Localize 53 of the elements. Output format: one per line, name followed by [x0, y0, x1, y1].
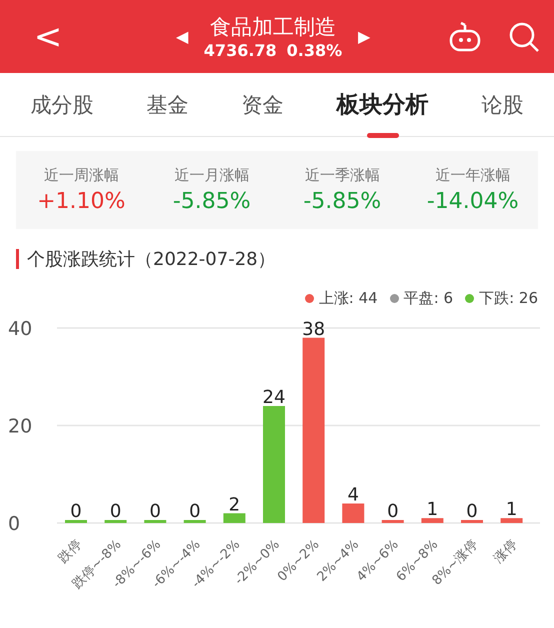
legend-label: 上涨: 44 [318, 289, 378, 308]
bar-value-label: 0 [387, 501, 399, 522]
section-title: 个股涨跌统计（2022-07-28） [27, 248, 276, 271]
next-button[interactable]: ▶ [358, 26, 370, 46]
stat-label: 近一季涨幅 [304, 166, 380, 185]
bar-value-label: 0 [189, 501, 201, 522]
chart-bar [342, 504, 364, 523]
previous-button[interactable]: ◀ [176, 26, 188, 46]
index-change: 0.38% [286, 41, 342, 60]
legend-label: 下跌: 26 [479, 289, 538, 308]
stat-label: 近一周涨幅 [44, 166, 119, 185]
bar-value-label: 0 [70, 501, 82, 522]
stat-value: -5.85% [172, 189, 251, 214]
chart-bar [184, 520, 206, 523]
tab[interactable]: 板块分析 [332, 71, 432, 138]
stat-value: -14.04% [426, 189, 519, 214]
sector-title: 食品加工制造 [210, 14, 336, 41]
chart-bar [382, 520, 404, 523]
bar-value-label: 24 [262, 387, 286, 408]
bar-value-label: 1 [506, 499, 518, 520]
y-tick-label: 0 [8, 513, 20, 535]
stat-label: 近一年涨幅 [435, 166, 510, 185]
tab[interactable]: 基金 [142, 72, 192, 136]
x-axis-label: 涨停 [491, 537, 520, 566]
bar-value-label: 4 [347, 484, 359, 506]
chart-bar [421, 518, 444, 523]
bar-value-label: 38 [302, 318, 326, 340]
chart-bar [223, 513, 246, 523]
tab[interactable]: 论股 [478, 72, 528, 136]
index-value: 4736.78 [204, 41, 277, 60]
section-marker [16, 249, 19, 269]
bar-value-label: 0 [110, 501, 122, 522]
chart-bar [144, 520, 166, 523]
y-tick-label: 20 [8, 416, 32, 438]
bar-value-label: 0 [149, 501, 161, 522]
bar-value-label: 1 [426, 499, 438, 520]
x-axis-label: 跌停 [56, 537, 85, 566]
y-tick-label: 40 [8, 318, 32, 340]
bar-value-label: 0 [466, 501, 478, 522]
stat-label: 近一月涨幅 [174, 166, 250, 185]
chart-bar [104, 520, 127, 523]
stat-value: -5.85% [303, 189, 382, 214]
back-button[interactable]: < [28, 16, 68, 56]
chart-bar [461, 520, 483, 523]
robot-icon[interactable] [448, 20, 482, 52]
legend-label: 平盘: 6 [404, 289, 454, 308]
stat-value: +1.10% [37, 189, 126, 214]
search-icon[interactable] [508, 20, 540, 52]
bar-value-label: 2 [228, 494, 240, 516]
tab[interactable]: 资金 [238, 72, 288, 136]
tab[interactable]: 成分股 [26, 72, 98, 136]
chart-bar [500, 518, 523, 523]
chart-bar [65, 520, 87, 523]
